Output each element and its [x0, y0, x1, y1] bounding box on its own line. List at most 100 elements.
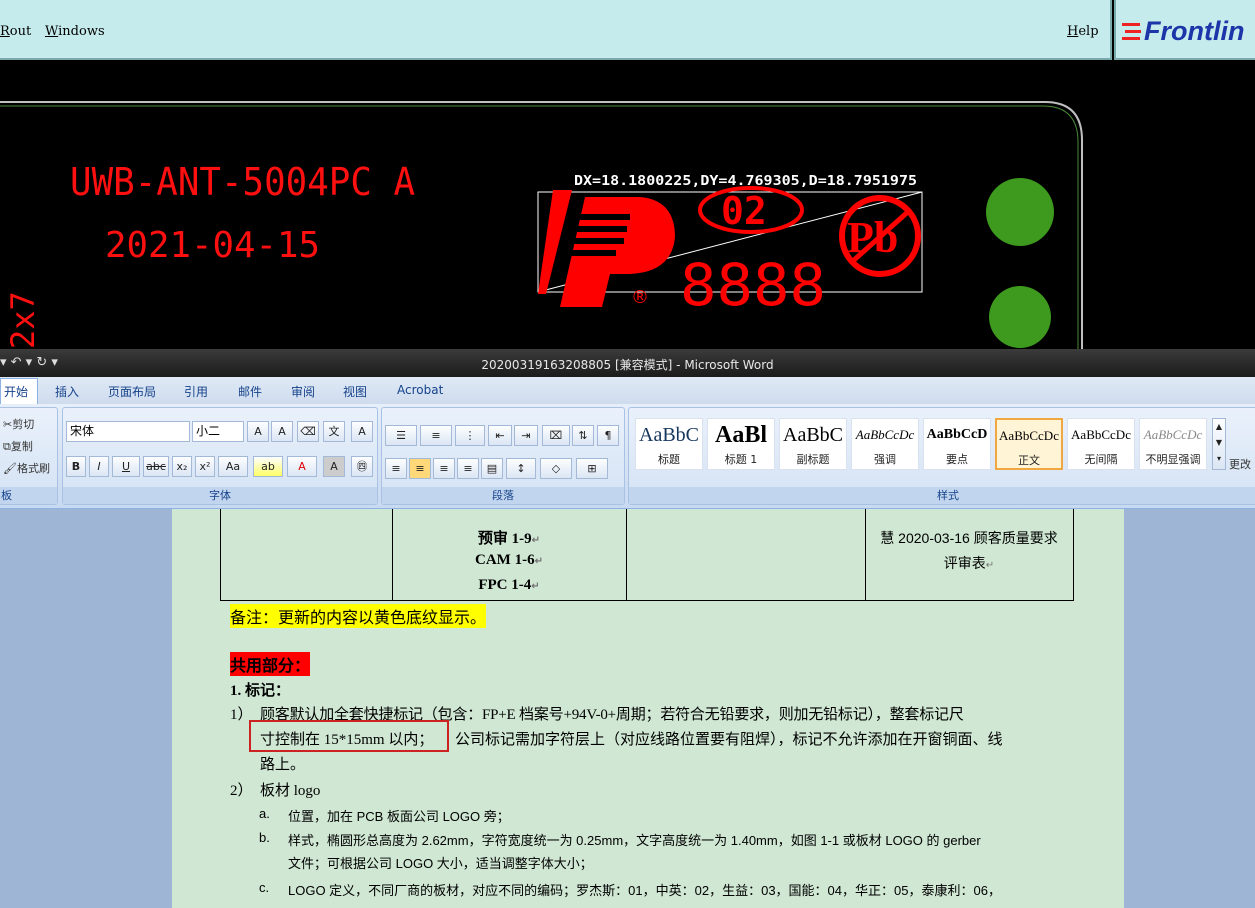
style-heading-1[interactable]: AaBl 标题 1 [707, 418, 775, 470]
pad[interactable] [989, 286, 1051, 348]
align-left-button[interactable]: ≡ [385, 458, 407, 479]
style-emphasis[interactable]: AaBbCcDc 强调 [851, 418, 919, 470]
shading-button[interactable]: ◇ [540, 458, 572, 479]
styles-scroll[interactable]: ▲ ▼ ▾ [1212, 418, 1226, 470]
sub-item-marker: a. [259, 806, 270, 821]
change-case-button[interactable]: Aa [218, 456, 248, 477]
format-painter-button[interactable]: 🖌格式刷 [3, 460, 50, 476]
sub-item-text: 文件；可根据公司 LOGO 大小，适当调整字体大小； [288, 856, 593, 871]
chinese-layout-button[interactable]: ⌧ [542, 425, 570, 446]
style-subtle-emphasis[interactable]: AaBbCcDc 不明显强调 [1139, 418, 1207, 470]
board-part-number: UWB-ANT-5004PC A [70, 160, 415, 204]
sub-item-text: 位置，加在 PCB 板面公司 LOGO 旁； [288, 809, 510, 824]
frontline-logo: Frontlin [1114, 0, 1255, 60]
clipboard-label: 板 [0, 487, 57, 504]
font-size-combo[interactable]: 小二 [192, 421, 244, 442]
styles-label: 样式 [629, 487, 1255, 504]
sub-item-text: LOGO 定义，不同厂商的板材，对应不同的编码；罗杰斯：01，中英：02，生益：… [288, 883, 1001, 898]
registered-mark: ® [631, 287, 649, 308]
clear-format-button[interactable]: ⌫ [297, 421, 319, 442]
style-no-spacing[interactable]: AaBbCcDc 无间隔 [1067, 418, 1135, 470]
cam-menubar: Rout Windows Help [0, 0, 1112, 60]
cut-button[interactable]: ✂剪切 [3, 416, 34, 432]
increase-indent-button[interactable]: ⇥ [514, 425, 538, 446]
decrease-indent-button[interactable]: ⇤ [488, 425, 512, 446]
board-date: 2021-04-15 [105, 225, 320, 266]
ribbon-tabs: 开始 插入 页面布局 引用 邮件 审阅 视图 Acrobat [0, 377, 1255, 404]
char-shading-button[interactable]: A [323, 456, 345, 477]
style-title[interactable]: AaBbC 标题 [635, 418, 703, 470]
tab-mailings[interactable]: 邮件 [238, 383, 262, 400]
distribute-button[interactable]: ▤ [481, 458, 503, 479]
cam-canvas[interactable]: UWB-ANT-5004PC A 2021-04-15 2x7 DX=18.18… [0, 62, 1255, 349]
tab-insert[interactable]: 插入 [55, 383, 79, 400]
list-item-text: 公司标记需加字符层上（对应线路位置要有阻焊），标记不允许添加在开窗铜面、线 [455, 732, 1003, 748]
highlight-button[interactable]: ab [253, 456, 283, 477]
tab-home[interactable]: 开始 [4, 383, 28, 400]
styles-group: AaBbC 标题 AaBl 标题 1 AaBbC 副标题 AaBbCcDc 强调 AaB… [628, 407, 1255, 505]
phonetic-guide-button[interactable]: 文 [323, 421, 345, 442]
font-color-button[interactable]: A [287, 456, 317, 477]
document-page[interactable]: 预审 1-9↵ CAM 1-6↵ FPC 1-4↵ 慧 2020-03-16 顾… [172, 509, 1124, 908]
superscript-button[interactable]: x² [195, 456, 215, 477]
bold-button[interactable]: B [66, 456, 86, 477]
brush-icon: 🖌 [3, 462, 17, 475]
document-area[interactable]: 预审 1-9↵ CAM 1-6↵ FPC 1-4↵ 慧 2020-03-16 顾… [0, 509, 1255, 908]
strikethrough-button[interactable]: abc [143, 456, 169, 477]
style-strong[interactable]: AaBbCcD 要点 [923, 418, 991, 470]
sort-button[interactable]: ⇅ [572, 425, 594, 446]
line-spacing-button[interactable]: ↕ [506, 458, 536, 479]
frontline-swoosh-icon [1122, 23, 1141, 40]
tab-view[interactable]: 视图 [343, 383, 367, 400]
board-side-text: 2x7 [4, 291, 42, 349]
underline-button[interactable]: U [112, 456, 140, 477]
grow-font-button[interactable]: A [247, 421, 269, 442]
style-subtitle[interactable]: AaBbC 副标题 [779, 418, 847, 470]
copy-button[interactable]: ⧉复制 [3, 438, 33, 454]
font-group: 宋体 小二 A A ⌫ 文 A B I U abc x₂ x² Aa ab A … [62, 407, 378, 505]
multilevel-list-button[interactable]: ⋮ [455, 425, 485, 446]
tab-page-layout[interactable]: 页面布局 [108, 383, 156, 400]
list-item-text: 路上。 [260, 757, 306, 773]
change-styles-button[interactable]: 更改 [1229, 456, 1251, 472]
table-cell: 评审表↵ [943, 555, 995, 571]
list-item-text: 板材 logo [260, 783, 321, 799]
subscript-button[interactable]: x₂ [172, 456, 192, 477]
show-marks-button[interactable]: ¶ [597, 425, 619, 446]
tab-acrobat[interactable]: Acrobat [397, 383, 443, 397]
menu-windows[interactable]: Windows [45, 24, 105, 39]
tab-review[interactable]: 审阅 [291, 383, 315, 400]
word-title-bar: ▾ ↶ ▾ ↻ ▾ 20200319163208805 [兼容模式] - Mic… [0, 349, 1255, 377]
font-name-combo[interactable]: 宋体 [66, 421, 190, 442]
menu-rout[interactable]: Rout [0, 24, 31, 39]
align-right-button[interactable]: ≡ [433, 458, 455, 479]
table-cell: CAM 1-6↵ [475, 552, 543, 568]
date-code-text: 8888 [680, 251, 826, 319]
tab-references[interactable]: 引用 [184, 383, 208, 400]
justify-button[interactable]: ≡ [457, 458, 479, 479]
style-normal[interactable]: AaBbCcDc 正文 [995, 418, 1063, 470]
shrink-font-button[interactable]: A [271, 421, 293, 442]
table-cell: 慧 2020-03-16 顾客质量要求 [880, 530, 1058, 546]
sub-item-marker: b. [259, 830, 270, 845]
bullets-button[interactable]: ☰ [385, 425, 417, 446]
frontline-logo-text: Frontlin [1144, 16, 1245, 46]
clipboard-group: ✂剪切 ⧉复制 🖌格式刷 板 [0, 407, 58, 505]
align-center-button[interactable]: ≡ [409, 458, 431, 479]
numbering-button[interactable]: ≡ [420, 425, 452, 446]
pb-free-text: Pb [847, 213, 898, 262]
italic-button[interactable]: I [89, 456, 109, 477]
menu-help[interactable]: Help [1067, 24, 1099, 39]
ribbon: ✂剪切 ⧉复制 🖌格式刷 板 宋体 小二 A A ⌫ 文 A B I U abc… [0, 404, 1255, 509]
window-title: 20200319163208805 [兼容模式] - Microsoft Wor… [481, 358, 774, 372]
paragraph-group: ☰ ≡ ⋮ ⇤ ⇥ ⌧ ⇅ ¶ ≡ ≡ ≡ ≡ ▤ ↕ ◇ ⊞ 段落 [381, 407, 625, 505]
font-label: 字体 [63, 487, 377, 504]
scissors-icon: ✂ [3, 418, 13, 431]
boxed-text: 寸控制在 15*15mm 以内； [260, 732, 434, 748]
char-border-button[interactable]: A [351, 421, 373, 442]
enclose-char-button[interactable]: ㊃ [351, 456, 373, 477]
table-cell: 预审 1-9↵ [477, 531, 541, 547]
list-number: 2） [230, 783, 253, 799]
pad[interactable] [986, 178, 1054, 246]
borders-button[interactable]: ⊞ [576, 458, 608, 479]
